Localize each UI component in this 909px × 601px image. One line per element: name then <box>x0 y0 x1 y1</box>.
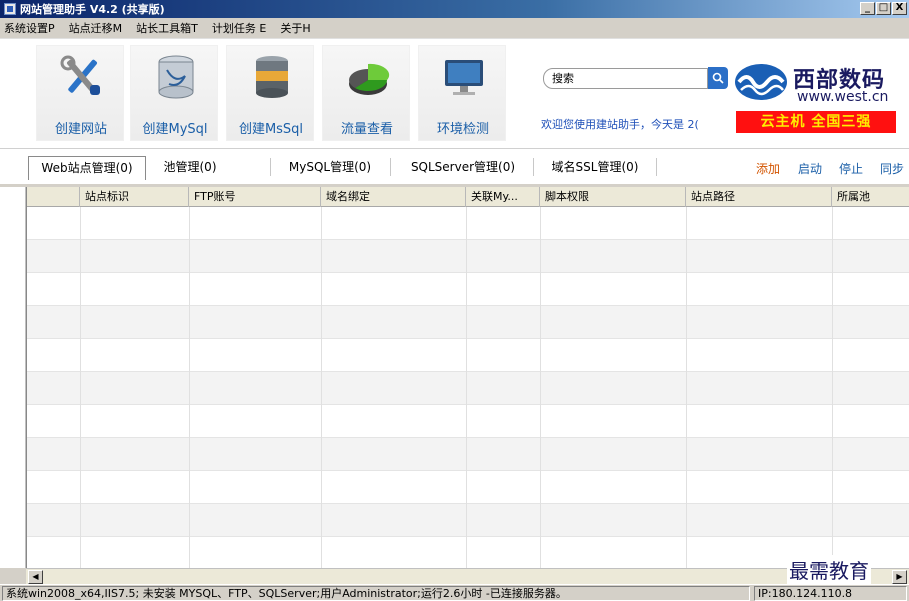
table-row[interactable] <box>27 273 909 306</box>
app-icon <box>4 3 16 15</box>
column-divider <box>832 207 833 568</box>
table-row[interactable] <box>27 240 909 273</box>
table-row[interactable] <box>27 438 909 471</box>
tool-label: 创建MsSql <box>238 122 304 137</box>
minimize-button[interactable]: _ <box>860 2 875 15</box>
tool-label: 创建网站 <box>54 122 107 137</box>
tab-separator <box>533 158 534 176</box>
column-divider <box>466 207 467 568</box>
table-row[interactable] <box>27 537 909 568</box>
title-bar: 网站管理助手 V4.2 (共享版) _ □ X <box>0 0 909 18</box>
add-button[interactable]: 添加 <box>756 160 780 177</box>
traffic-pie-icon <box>349 63 390 95</box>
monitor-icon <box>445 60 483 95</box>
menu-about[interactable]: 关于H <box>280 20 310 36</box>
row-header-strip <box>0 187 26 568</box>
table-row[interactable] <box>27 504 909 537</box>
table-body <box>27 207 909 568</box>
window-controls: _ □ X <box>860 2 907 15</box>
tab-separator <box>390 158 391 176</box>
watermark: 最需教育 <box>787 555 871 584</box>
view-traffic-button[interactable]: 流量查看 <box>322 45 410 141</box>
tab-domain-ssl[interactable]: 域名SSL管理(0) <box>538 156 652 180</box>
tool-label: 流量查看 <box>340 122 393 137</box>
column-header-script-permissions[interactable]: 脚本权限 <box>540 187 686 207</box>
stop-button[interactable]: 停止 <box>839 160 863 177</box>
table-row[interactable] <box>27 306 909 339</box>
tab-sqlserver[interactable]: SQLServer管理(0) <box>396 156 530 180</box>
table-row[interactable] <box>27 207 909 240</box>
menu-system-settings[interactable]: 系统设置P <box>4 20 55 36</box>
maximize-button[interactable]: □ <box>876 2 891 15</box>
window-title: 网站管理助手 V4.2 (共享版) <box>20 3 165 16</box>
start-button[interactable]: 启动 <box>798 160 822 177</box>
welcome-text: 欢迎您使用建站助手，今天是 2( <box>541 118 699 131</box>
column-header-blank <box>27 187 80 207</box>
table-header: 站点标识 FTP账号 域名绑定 关联My... 脚本权限 站点路径 所属池 <box>27 187 909 207</box>
brand-url: www.west.cn <box>797 89 889 105</box>
tool-label: 创建MySql <box>142 122 208 137</box>
column-header-linked-mysql[interactable]: 关联My... <box>466 187 540 207</box>
column-divider <box>321 207 322 568</box>
scroll-left-arrow-icon[interactable]: ◀ <box>28 570 43 584</box>
table-row[interactable] <box>27 339 909 372</box>
search-button[interactable] <box>708 67 728 89</box>
column-divider <box>80 207 81 568</box>
status-bar: 系统win2008_x64,IIS7.5; 未安装 MYSQL、FTP、SQLS… <box>0 584 909 601</box>
status-text: 系统win2008_x64,IIS7.5; 未安装 MYSQL、FTP、SQLS… <box>2 586 750 601</box>
mssql-database-icon <box>256 56 288 98</box>
column-header-site-path[interactable]: 站点路径 <box>686 187 832 207</box>
horizontal-scrollbar[interactable]: ◀ ▶ <box>26 568 909 584</box>
column-divider <box>189 207 190 568</box>
tab-web-sites[interactable]: Web站点管理(0) <box>28 156 146 180</box>
menu-scheduled-tasks[interactable]: 计划任务 E <box>212 20 266 36</box>
menu-bar: 系统设置P 站点迁移M 站长工具箱T 计划任务 E 关于H <box>0 18 909 38</box>
search-icon <box>712 72 724 84</box>
table-row[interactable] <box>27 471 909 504</box>
column-divider <box>540 207 541 568</box>
column-divider <box>686 207 687 568</box>
sites-table: 站点标识 FTP账号 域名绑定 关联My... 脚本权限 站点路径 所属池 <box>26 187 909 568</box>
tab-separator <box>270 158 271 176</box>
sync-button[interactable]: 同步 <box>880 160 904 177</box>
tools-wrench-icon <box>60 55 100 95</box>
tab-separator <box>656 158 657 176</box>
scroll-right-arrow-icon[interactable]: ▶ <box>892 570 907 584</box>
column-header-ftp-account[interactable]: FTP账号 <box>189 187 321 207</box>
mysql-database-icon <box>158 55 194 99</box>
status-ip: IP:180.124.110.8 <box>754 586 907 601</box>
tab-mysql[interactable]: MySQL管理(0) <box>274 156 386 180</box>
table-row[interactable] <box>27 405 909 438</box>
search-input[interactable]: 搜索 <box>543 68 708 89</box>
environment-check-button[interactable]: 环境检测 <box>418 45 506 141</box>
promo-banner[interactable]: 云主机 全国三强 <box>736 111 896 133</box>
west-logo-icon <box>735 64 787 100</box>
column-header-site-id[interactable]: 站点标识 <box>80 187 189 207</box>
create-website-button[interactable]: 创建网站 <box>36 45 124 141</box>
tool-label: 环境检测 <box>436 122 489 137</box>
menu-site-migration[interactable]: 站点迁移M <box>69 20 123 36</box>
tab-pools[interactable]: 池管理(0) <box>150 156 230 180</box>
close-button[interactable]: X <box>892 2 907 15</box>
column-header-domain-binding[interactable]: 域名绑定 <box>321 187 466 207</box>
menu-webmaster-tools[interactable]: 站长工具箱T <box>136 20 198 36</box>
table-row[interactable] <box>27 372 909 405</box>
create-mssql-button[interactable]: 创建MsSql <box>226 45 314 141</box>
column-header-pool[interactable]: 所属池 <box>832 187 909 207</box>
create-mysql-button[interactable]: 创建MySql <box>130 45 218 141</box>
